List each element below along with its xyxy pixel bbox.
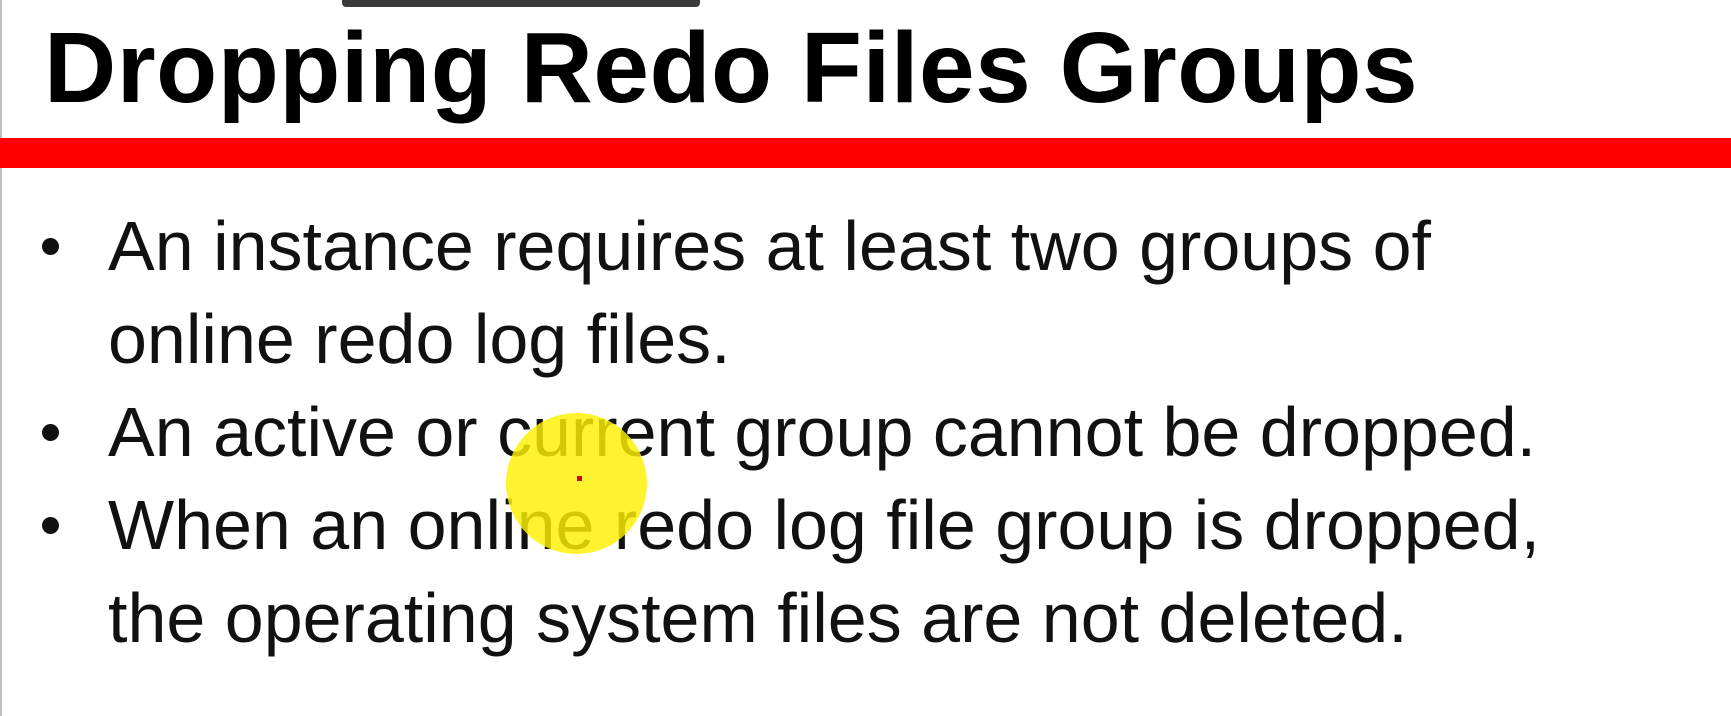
cursor-pointer-icon bbox=[577, 476, 582, 481]
bullet-line: An instance requires at least two groups… bbox=[108, 207, 1431, 285]
top-tab[interactable] bbox=[342, 0, 700, 7]
bullet-list: An instance requires at least two groups… bbox=[38, 200, 1728, 665]
bullet-item: When an online redo log file group is dr… bbox=[38, 479, 1728, 665]
left-edge-divider bbox=[0, 0, 2, 716]
bullet-line: the operating system files are not delet… bbox=[108, 579, 1408, 657]
bullet-line: online redo log files. bbox=[108, 300, 731, 378]
bullet-icon bbox=[42, 424, 59, 441]
bullet-item: An active or current group cannot be dro… bbox=[38, 386, 1728, 479]
bullet-line: When an online redo log file group is dr… bbox=[108, 486, 1541, 564]
slide-title: Dropping Redo Files Groups bbox=[44, 12, 1419, 124]
bullet-line: An active or current group cannot be dro… bbox=[108, 393, 1537, 471]
slide: Dropping Redo Files Groups An instance r… bbox=[0, 0, 1731, 716]
bullet-icon bbox=[42, 517, 59, 534]
bullet-item: An instance requires at least two groups… bbox=[38, 200, 1728, 386]
bullet-icon bbox=[42, 238, 59, 255]
title-underline-rule bbox=[0, 138, 1731, 168]
